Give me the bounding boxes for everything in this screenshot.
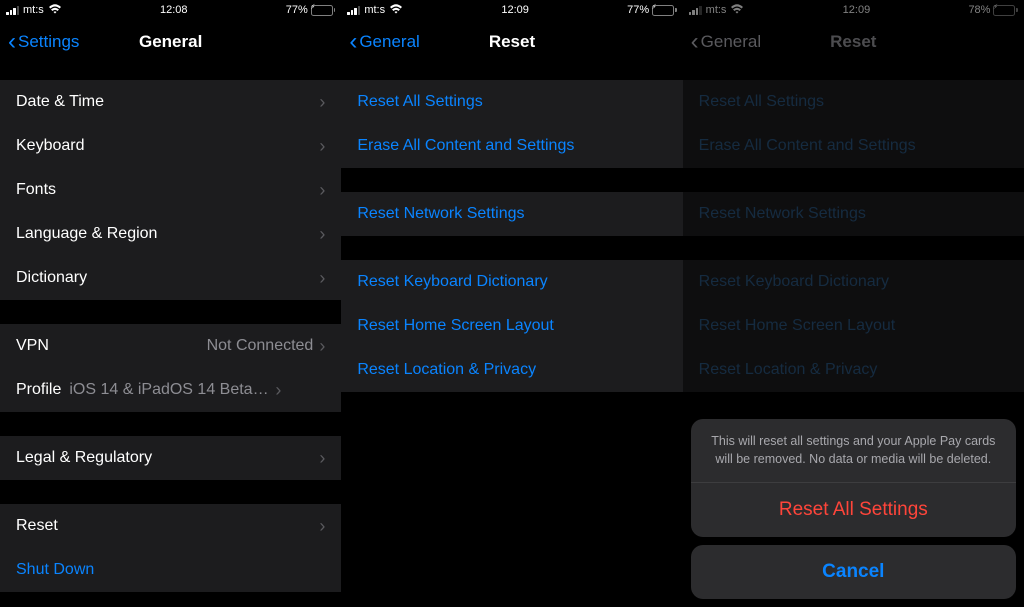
action-sheet-message: This will reset all settings and your Ap… <box>691 419 1016 483</box>
chevron-right-icon: › <box>319 269 325 287</box>
chevron-left-icon: ‹ <box>349 30 357 54</box>
reset-group-3: Reset Keyboard Dictionary Reset Home Scr… <box>341 260 682 392</box>
settings-group-general: Date & Time› Keyboard› Fonts› Language &… <box>0 80 341 300</box>
action-sheet: This will reset all settings and your Ap… <box>691 419 1016 599</box>
chevron-right-icon: › <box>319 517 325 535</box>
row-reset-home-screen-layout[interactable]: Reset Home Screen Layout <box>341 304 682 348</box>
action-sheet-cancel-block: Cancel <box>691 545 1016 599</box>
screen-reset: mt:s 12:09 77% ⚡︎ ‹ General Reset Reset … <box>341 0 682 607</box>
cancel-button[interactable]: Cancel <box>691 545 1016 599</box>
row-language-region[interactable]: Language & Region› <box>0 212 341 256</box>
cellular-signal-icon <box>6 6 19 15</box>
row-reset-all-settings[interactable]: Reset All Settings <box>341 80 682 124</box>
status-bar: mt:s 12:09 77% ⚡︎ <box>341 0 682 20</box>
chevron-right-icon: › <box>319 225 325 243</box>
row-keyboard[interactable]: Keyboard› <box>0 124 341 168</box>
wifi-icon <box>389 4 403 17</box>
row-shut-down[interactable]: Shut Down <box>0 548 341 592</box>
row-reset-keyboard-dictionary[interactable]: Reset Keyboard Dictionary <box>341 260 682 304</box>
time-label: 12:09 <box>501 4 529 16</box>
row-vpn[interactable]: VPNNot Connected› <box>0 324 341 368</box>
battery-icon: ⚡︎ <box>652 5 677 16</box>
row-reset[interactable]: Reset› <box>0 504 341 548</box>
chevron-right-icon: › <box>275 381 281 399</box>
settings-group-legal: Legal & Regulatory› <box>0 436 341 480</box>
nav-back-button[interactable]: ‹ Settings <box>8 30 79 54</box>
cellular-signal-icon <box>347 6 360 15</box>
nav-back-label: Settings <box>18 32 79 52</box>
row-legal-regulatory[interactable]: Legal & Regulatory› <box>0 436 341 480</box>
chevron-left-icon: ‹ <box>691 30 699 54</box>
time-label: 12:08 <box>160 4 188 16</box>
nav-back-button: ‹ General <box>691 30 761 54</box>
settings-content: Date & Time› Keyboard› Fonts› Language &… <box>0 64 341 607</box>
chevron-right-icon: › <box>319 449 325 467</box>
row-reset-location-privacy[interactable]: Reset Location & Privacy <box>341 348 682 392</box>
settings-group-reset: Reset› Shut Down <box>0 504 341 592</box>
reset-group-2: Reset Network Settings <box>341 192 682 236</box>
reset-content: Reset All Settings Erase All Content and… <box>341 64 682 607</box>
battery-icon: ⚡︎ <box>311 5 336 16</box>
row-profile[interactable]: ProfileiOS 14 & iPadOS 14 Beta Softwar..… <box>0 368 341 412</box>
confirm-reset-button[interactable]: Reset All Settings <box>691 483 1016 537</box>
screen-reset-confirm: mt:s 12:09 78% ⚡︎ ‹ General Reset Reset … <box>683 0 1024 607</box>
wifi-icon <box>48 4 62 17</box>
nav-bar: ‹ Settings General <box>0 20 341 64</box>
row-fonts[interactable]: Fonts› <box>0 168 341 212</box>
chevron-right-icon: › <box>319 181 325 199</box>
chevron-right-icon: › <box>319 337 325 355</box>
chevron-left-icon: ‹ <box>8 30 16 54</box>
nav-back-label: General <box>359 32 419 52</box>
status-bar: mt:s 12:08 77% ⚡︎ <box>0 0 341 20</box>
settings-group-network: VPNNot Connected› ProfileiOS 14 & iPadOS… <box>0 324 341 412</box>
row-dictionary[interactable]: Dictionary› <box>0 256 341 300</box>
row-date-time[interactable]: Date & Time› <box>0 80 341 124</box>
chevron-right-icon: › <box>319 137 325 155</box>
chevron-right-icon: › <box>319 93 325 111</box>
carrier-label: mt:s <box>23 4 44 16</box>
battery-percent-label: 77% <box>286 4 308 16</box>
nav-back-button[interactable]: ‹ General <box>349 30 419 54</box>
row-erase-all-content[interactable]: Erase All Content and Settings <box>341 124 682 168</box>
battery-percent-label: 77% <box>627 4 649 16</box>
nav-back-label: General <box>701 32 761 52</box>
nav-bar: ‹ General Reset <box>341 20 682 64</box>
carrier-label: mt:s <box>364 4 385 16</box>
action-sheet-main: This will reset all settings and your Ap… <box>691 419 1016 537</box>
reset-group-1: Reset All Settings Erase All Content and… <box>341 80 682 168</box>
row-reset-network-settings[interactable]: Reset Network Settings <box>341 192 682 236</box>
screen-general-settings: mt:s 12:08 77% ⚡︎ ‹ Settings General Dat… <box>0 0 341 607</box>
